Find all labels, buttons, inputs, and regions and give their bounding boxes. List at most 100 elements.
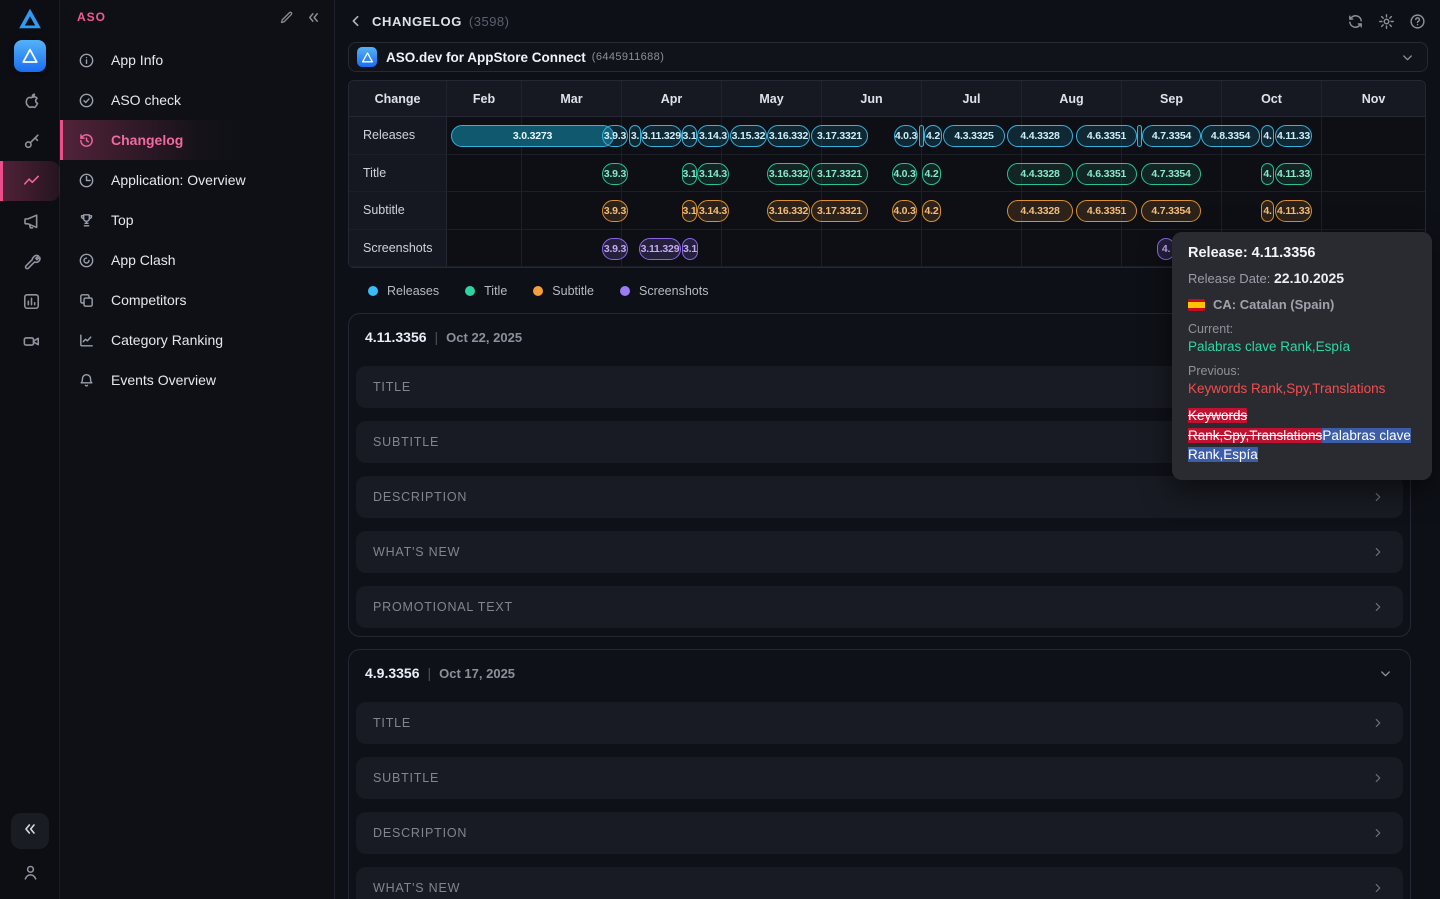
sidebar-item-label: App Clash <box>111 252 176 268</box>
sidebar-item-aso-check[interactable]: ASO check <box>60 80 334 120</box>
title-version-pill[interactable]: 4.0.3 <box>892 163 917 185</box>
section-date: Oct 22, 2025 <box>446 330 522 345</box>
legend-label: Screenshots <box>639 284 708 298</box>
title-version-pill[interactable]: 3.14.3 <box>697 163 729 185</box>
chevron-right-icon <box>1371 826 1385 840</box>
timeline-cell <box>1322 117 1425 154</box>
releases-version-pill[interactable]: 4.2 <box>924 125 942 147</box>
sidebar-item-app-clash[interactable]: App Clash <box>60 240 334 280</box>
sidebar-item-app-info[interactable]: App Info <box>60 40 334 80</box>
releases-version-pill[interactable]: 3.14.3 <box>697 125 729 147</box>
help-icon[interactable] <box>1406 10 1428 32</box>
sidebar-item-changelog[interactable]: Changelog <box>60 120 250 160</box>
subtitle-version-pill[interactable]: 4.6.3351 <box>1076 200 1137 222</box>
releases-version-pill[interactable]: 3.11.329 <box>641 125 682 147</box>
title-version-pill[interactable]: 4.7.3354 <box>1141 163 1201 185</box>
field-label: TITLE <box>373 716 411 730</box>
screenshots-version-pill[interactable]: 3.1 <box>682 238 698 260</box>
rail-item-wrench[interactable] <box>0 241 60 281</box>
bell-icon <box>78 372 95 389</box>
sidebar-item-label: ASO check <box>111 92 181 108</box>
field-label: SUBTITLE <box>373 435 439 449</box>
sidebar-item-events-overview[interactable]: Events Overview <box>60 360 334 400</box>
sidebar-item-application-overview[interactable]: Application: Overview <box>60 160 334 200</box>
field-row-subtitle[interactable]: SUBTITLE <box>356 757 1403 799</box>
rail-collapse-button[interactable] <box>11 813 49 849</box>
title-version-pill[interactable]: 3.17.3321 <box>811 163 868 185</box>
rail-item-activity[interactable] <box>0 161 60 201</box>
title-version-pill[interactable]: 4.4.3328 <box>1007 163 1073 185</box>
title-version-pill[interactable]: 4.11.33 <box>1275 163 1312 185</box>
chevron-right-icon <box>1371 600 1385 614</box>
releases-version-pill[interactable]: 3.15.32 <box>730 125 767 147</box>
releases-version-pill[interactable]: 3.17.3321 <box>811 125 868 147</box>
sidebar-item-top[interactable]: Top <box>60 200 334 240</box>
field-row-what-s-new[interactable]: WHAT'S NEW <box>356 531 1403 573</box>
releases-version-pill[interactable]: 3.1 <box>682 125 697 147</box>
back-icon[interactable] <box>348 13 364 29</box>
title-version-pill[interactable]: 4.6.3351 <box>1076 163 1137 185</box>
releases-version-pill[interactable]: 3.9.3 <box>602 125 628 147</box>
subtitle-version-pill[interactable]: 3.14.3 <box>697 200 729 222</box>
releases-version-pill[interactable]: 4.6.3351 <box>1076 125 1137 147</box>
title-version-pill[interactable]: 3.16.332 <box>767 163 810 185</box>
timeline-cell <box>722 230 822 267</box>
subtitle-version-pill[interactable]: 3.9.3 <box>602 200 628 222</box>
field-row-what-s-new[interactable]: WHAT'S NEW <box>356 867 1403 899</box>
subtitle-version-pill[interactable]: 4. <box>1261 200 1274 222</box>
section-header[interactable]: 4.9.3356|Oct 17, 2025 <box>356 657 1403 689</box>
user-profile-button[interactable] <box>21 853 40 897</box>
chevron-down-icon[interactable] <box>1378 666 1393 681</box>
rail-item-video-camera[interactable] <box>0 321 60 361</box>
app-selector[interactable]: ASO.dev for AppStore Connect (6445911688… <box>348 42 1428 72</box>
sidebar-collapse-icon[interactable] <box>306 10 321 25</box>
subtitle-version-pill[interactable]: 4.0.3 <box>892 200 917 222</box>
screenshots-version-pill[interactable]: 3.9.3 <box>602 238 628 260</box>
field-row-description[interactable]: DESCRIPTION <box>356 812 1403 854</box>
field-row-title[interactable]: TITLE <box>356 702 1403 744</box>
rail-item-megaphone[interactable] <box>0 201 60 241</box>
title-version-pill[interactable]: 3.9.3 <box>602 163 628 185</box>
releases-version-pill[interactable]: 4.3.3325 <box>943 125 1005 147</box>
rail-item-apple[interactable] <box>0 81 60 121</box>
subtitle-version-pill[interactable]: 4.2 <box>922 200 941 222</box>
subtitle-version-pill[interactable]: 3.16.332 <box>767 200 810 222</box>
releases-version-pill[interactable]: 4. <box>1261 125 1274 147</box>
rail-item-key[interactable] <box>0 121 60 161</box>
timeline-cell <box>1322 155 1425 192</box>
field-row-promotional-text[interactable]: PROMOTIONAL TEXT <box>356 586 1403 628</box>
tooltip-locale: CA: Catalan (Spain) <box>1213 297 1334 312</box>
releases-version-pill[interactable]: 4.0.3 <box>894 125 918 147</box>
releases-version-pill[interactable]: 3.0.3273 <box>451 125 614 147</box>
chevron-down-icon <box>1400 50 1415 65</box>
field-row-description[interactable]: DESCRIPTION <box>356 476 1403 518</box>
column-header-may: May <box>722 81 822 116</box>
title-version-pill[interactable]: 3.1 <box>682 163 697 185</box>
title-version-pill[interactable]: 4.2 <box>922 163 941 185</box>
rail-item-app[interactable] <box>0 37 60 75</box>
releases-version-pill[interactable]: 4.8.3354 <box>1201 125 1260 147</box>
sidebar-item-category-ranking[interactable]: Category Ranking <box>60 320 334 360</box>
field-label: SUBTITLE <box>373 771 439 785</box>
subtitle-version-pill[interactable]: 4.7.3354 <box>1141 200 1201 222</box>
settings-gear-icon[interactable] <box>1375 10 1397 32</box>
subtitle-version-pill[interactable]: 3.1 <box>682 200 697 222</box>
page-title: CHANGELOG <box>372 14 462 29</box>
sidebar-item-label: Application: Overview <box>111 172 246 188</box>
legend-item-releases: Releases <box>368 284 439 298</box>
releases-version-pill[interactable]: 3. <box>629 125 641 147</box>
subtitle-version-pill[interactable]: 4.4.3328 <box>1007 200 1073 222</box>
releases-version-pill[interactable]: 4.4.3328 <box>1007 125 1073 147</box>
screenshots-version-pill[interactable]: 3.11.329 <box>639 238 681 260</box>
releases-version-pill[interactable]: 4.7.3354 <box>1142 125 1201 147</box>
refresh-icon[interactable] <box>1344 10 1366 32</box>
title-version-pill[interactable]: 4. <box>1261 163 1274 185</box>
sidebar-item-competitors[interactable]: Competitors <box>60 280 334 320</box>
subtitle-version-pill[interactable]: 4.11.33 <box>1275 200 1312 222</box>
releases-version-pill[interactable]: 3.16.332 <box>767 125 810 147</box>
rail-item-bar-chart[interactable] <box>0 281 60 321</box>
subtitle-version-pill[interactable]: 3.17.3321 <box>811 200 868 222</box>
releases-version-pill[interactable]: 4.11.33 <box>1275 125 1312 147</box>
tooltip-diff: Keywords Rank,Spy,TranslationsPalabras c… <box>1188 406 1416 465</box>
edit-pencil-icon[interactable] <box>279 10 294 25</box>
